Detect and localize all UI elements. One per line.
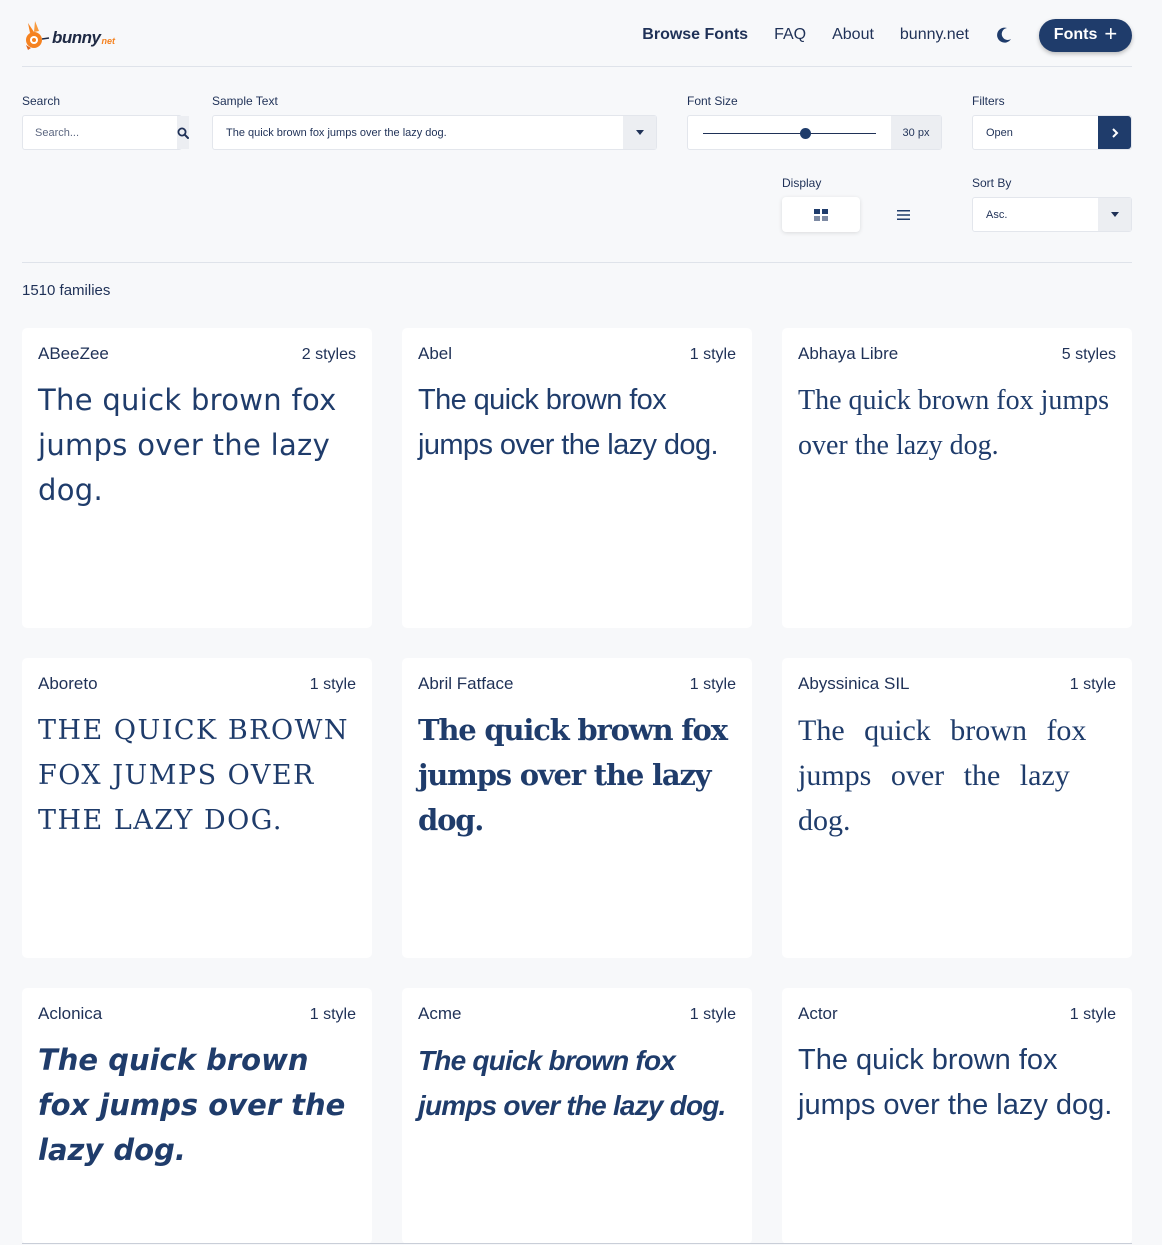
nav-browse-fonts[interactable]: Browse Fonts [642, 26, 748, 44]
sort-by-label: Sort By [972, 176, 1012, 190]
font-card-acme[interactable]: Acme 1 style The quick brown fox jumps ov… [402, 988, 752, 1244]
divider [22, 262, 1132, 263]
moon-icon[interactable] [995, 26, 1013, 44]
logo-text: bunny [52, 28, 101, 47]
font-card-aboreto[interactable]: Aboreto 1 style THE QUICK BROWN FOX JUMPS… [22, 658, 372, 958]
fonts-button[interactable]: Fonts + [1039, 18, 1132, 52]
slider-thumb[interactable] [799, 128, 811, 139]
slider-track [703, 133, 876, 134]
page-bottom-border [22, 1243, 1132, 1244]
filters-open-button[interactable] [1098, 116, 1131, 149]
font-size-label: Font Size [687, 94, 738, 108]
font-card-abhaya-libre[interactable]: Abhaya Libre 5 styles The quick brown fox… [782, 328, 1132, 628]
sample-text-label: Sample Text [212, 94, 278, 108]
fonts-button-label: Fonts [1053, 26, 1098, 43]
sample-text-value: The quick brown fox jumps over the lazy … [226, 126, 447, 139]
family-count: 1510 families [22, 282, 111, 299]
search-input[interactable] [23, 116, 177, 149]
font-card-aclonica[interactable]: Aclonica 1 style The quick brown fox jump… [22, 988, 372, 1244]
nav-about[interactable]: About [832, 26, 874, 44]
font-size-control: 30 px [687, 115, 942, 150]
grid-icon [814, 208, 828, 221]
style-count: 1 style [689, 346, 736, 363]
sample-text-dropdown-button[interactable] [623, 116, 656, 149]
style-count: 1 style [689, 1006, 736, 1023]
style-count: 1 style [309, 676, 356, 693]
font-card-abril-fatface[interactable]: Abril Fatface 1 style The quick brown fox… [402, 658, 752, 958]
style-count: 2 styles [301, 346, 356, 363]
font-name: Aclonica [38, 1004, 103, 1023]
filters-select[interactable]: Open [972, 115, 1132, 150]
display-grid-button[interactable] [782, 197, 860, 232]
style-count: 5 styles [1061, 346, 1116, 363]
style-count: 1 style [1069, 1006, 1116, 1023]
style-count: 1 style [309, 1006, 356, 1023]
display-label: Display [782, 176, 822, 190]
font-sample: The quick brown fox jumps over the lazy … [38, 1043, 346, 1167]
main-nav: Browse Fonts FAQ About bunny.net Fonts + [616, 18, 1132, 52]
site-header: bunny net Browse Fonts FAQ About bunny.n… [22, 0, 1132, 67]
font-sample: The quick brown fox jumps over the lazy … [798, 1044, 1113, 1121]
display-list-button[interactable] [864, 197, 942, 232]
font-name: Abhaya Libre [798, 344, 899, 363]
font-sample: The quick brown fox jumps over the lazy … [798, 385, 1110, 461]
font-card-abel[interactable]: Abel 1 style The quick brown fox jumps ov… [402, 328, 752, 628]
nav-bunny-net[interactable]: bunny.net [900, 26, 969, 44]
font-name: Abyssinica SIL [798, 674, 910, 693]
list-icon [896, 209, 910, 220]
sort-select[interactable]: Asc. [972, 197, 1132, 232]
plus-icon: + [1104, 21, 1118, 46]
font-name: Abel [418, 344, 453, 363]
font-sample: The quick brown fox jumps over the lazy … [38, 383, 337, 507]
font-card-abyssinica-sil[interactable]: Abyssinica SIL 1 style The quick brown fo… [782, 658, 1132, 958]
font-card-actor[interactable]: Actor 1 style The quick brown fox jumps o… [782, 988, 1132, 1244]
logo-suffix: net [101, 36, 116, 46]
search-button[interactable] [177, 116, 189, 149]
search-icon [177, 127, 189, 139]
font-name: Acme [418, 1004, 462, 1023]
font-sample: The quick brown fox jumps over the lazy … [418, 1045, 726, 1121]
sort-dropdown-button[interactable] [1098, 198, 1131, 231]
style-count: 1 style [689, 676, 736, 693]
font-name: ABeeZee [38, 344, 109, 363]
style-count: 1 style [1069, 676, 1116, 693]
bunny-logo-icon [26, 21, 50, 50]
caret-down-icon [1110, 212, 1119, 217]
chevron-right-icon [1111, 127, 1118, 138]
font-name: Abril Fatface [418, 674, 514, 693]
sample-text-select[interactable]: The quick brown fox jumps over the lazy … [212, 115, 657, 150]
font-name: Aboreto [38, 674, 98, 693]
font-name: Actor [798, 1004, 838, 1023]
filters-value: Open [986, 126, 1013, 139]
font-size-slider[interactable] [688, 116, 891, 149]
font-card-abeezee[interactable]: ABeeZee 2 styles The quick brown fox jump… [22, 328, 372, 628]
font-size-value: 30 px [891, 116, 941, 149]
search-label: Search [22, 94, 61, 108]
font-sample: The quick brown fox jumps over the lazy … [798, 714, 1087, 837]
caret-down-icon [635, 130, 644, 135]
filters-label: Filters [972, 94, 1005, 108]
search-field [22, 115, 189, 150]
sort-value: Asc. [986, 208, 1008, 221]
font-sample: THE QUICK BROWN FOX JUMPS OVER THE LAZY … [38, 715, 349, 836]
bunny-logo[interactable]: bunny net [22, 20, 115, 52]
font-sample: The quick brown fox jumps over the lazy … [418, 384, 719, 461]
nav-faq[interactable]: FAQ [774, 26, 806, 44]
font-sample: The quick brown fox jumps over the lazy … [418, 713, 728, 837]
